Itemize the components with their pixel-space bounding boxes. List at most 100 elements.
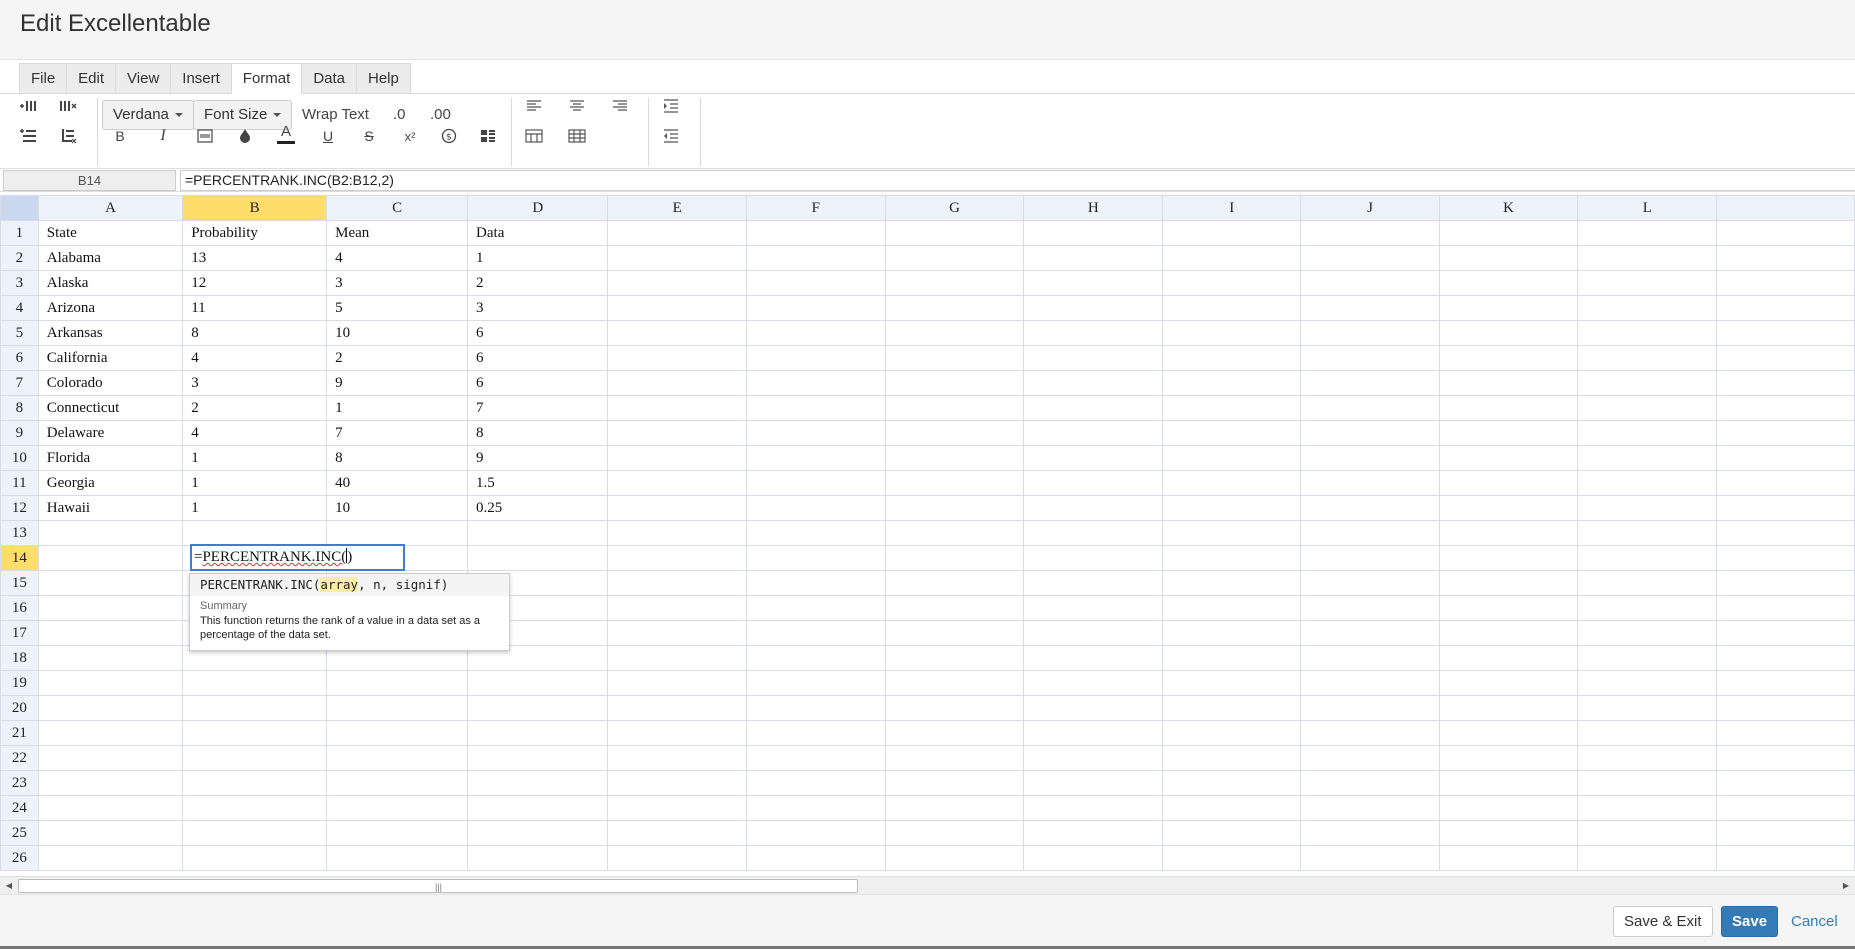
cell[interactable]: 4: [182, 420, 328, 446]
cell[interactable]: [1577, 645, 1718, 671]
cell[interactable]: [326, 520, 469, 546]
cell[interactable]: 1: [182, 470, 328, 496]
cell[interactable]: 2: [467, 270, 609, 296]
row-header[interactable]: 5: [0, 320, 39, 346]
cell[interactable]: [884, 645, 1025, 671]
cell[interactable]: [37, 845, 184, 871]
cell[interactable]: [326, 795, 469, 821]
cell[interactable]: [1023, 720, 1164, 746]
cell[interactable]: [1716, 720, 1855, 746]
cell[interactable]: Connecticut: [37, 395, 184, 421]
row-header[interactable]: 3: [0, 270, 39, 296]
cell[interactable]: [1716, 320, 1855, 346]
cell[interactable]: [1162, 695, 1302, 721]
cell[interactable]: [1023, 495, 1164, 521]
cell[interactable]: Probability: [182, 220, 328, 246]
cell[interactable]: [1716, 595, 1855, 621]
cell[interactable]: [1577, 345, 1718, 371]
cell[interactable]: [1023, 695, 1164, 721]
cell[interactable]: [1162, 720, 1302, 746]
cell[interactable]: [607, 270, 748, 296]
cell[interactable]: [884, 595, 1025, 621]
save-exit-button[interactable]: Save & Exit: [1613, 906, 1713, 937]
cell[interactable]: [1023, 795, 1164, 821]
cell[interactable]: [884, 670, 1025, 696]
cell[interactable]: [1300, 395, 1440, 421]
cell[interactable]: [884, 545, 1025, 571]
cell[interactable]: Delaware: [37, 420, 184, 446]
cell[interactable]: [607, 795, 748, 821]
cell[interactable]: [1577, 595, 1718, 621]
cell[interactable]: [1300, 345, 1440, 371]
cell[interactable]: 11: [182, 295, 328, 321]
row-header[interactable]: 26: [0, 845, 39, 871]
cell[interactable]: [607, 370, 748, 396]
row-header[interactable]: 11: [0, 470, 39, 496]
cell[interactable]: [1162, 545, 1302, 571]
cell[interactable]: [1577, 445, 1718, 471]
cell[interactable]: [1577, 745, 1718, 771]
cell[interactable]: [37, 695, 184, 721]
cell[interactable]: [1438, 720, 1579, 746]
cell[interactable]: [1300, 570, 1440, 596]
cell[interactable]: [746, 770, 886, 796]
row-header[interactable]: 16: [0, 595, 39, 621]
cell[interactable]: 9: [326, 370, 469, 396]
cell[interactable]: [1300, 645, 1440, 671]
cell[interactable]: [326, 720, 469, 746]
cell[interactable]: [1300, 720, 1440, 746]
cell[interactable]: [1438, 595, 1579, 621]
cell[interactable]: [746, 845, 886, 871]
cell[interactable]: [1438, 495, 1579, 521]
horizontal-scrollbar[interactable]: ◀ ||| ▶: [0, 876, 1855, 894]
row-header[interactable]: 15: [0, 570, 39, 596]
cell[interactable]: [1438, 820, 1579, 846]
cell[interactable]: [1577, 845, 1718, 871]
cell[interactable]: [1023, 395, 1164, 421]
cell[interactable]: [37, 645, 184, 671]
cell[interactable]: [1577, 270, 1718, 296]
column-header-i[interactable]: I: [1162, 195, 1302, 221]
cell[interactable]: [326, 820, 469, 846]
cell[interactable]: [1023, 670, 1164, 696]
cell[interactable]: [1023, 620, 1164, 646]
cell[interactable]: [746, 370, 886, 396]
cell[interactable]: [1577, 420, 1718, 446]
cell[interactable]: Florida: [37, 445, 184, 471]
cell[interactable]: [1716, 220, 1855, 246]
row-header[interactable]: 6: [0, 345, 39, 371]
cell[interactable]: [37, 595, 184, 621]
cell[interactable]: [37, 620, 184, 646]
cell[interactable]: [1162, 445, 1302, 471]
cell[interactable]: 4: [182, 345, 328, 371]
menu-tab-file[interactable]: File: [19, 63, 67, 94]
cell[interactable]: [1577, 320, 1718, 346]
menu-tab-format[interactable]: Format: [230, 63, 302, 94]
cell[interactable]: [746, 295, 886, 321]
cell[interactable]: [37, 745, 184, 771]
cell[interactable]: [1716, 620, 1855, 646]
cell[interactable]: [1300, 445, 1440, 471]
row-header[interactable]: 23: [0, 770, 39, 796]
cell[interactable]: [1162, 320, 1302, 346]
cell[interactable]: [326, 745, 469, 771]
cell[interactable]: [1023, 245, 1164, 271]
cell[interactable]: [1716, 770, 1855, 796]
cell[interactable]: [326, 845, 469, 871]
cell[interactable]: [1438, 520, 1579, 546]
cell[interactable]: [1438, 220, 1579, 246]
cell[interactable]: [1438, 320, 1579, 346]
cell[interactable]: [1162, 620, 1302, 646]
cell[interactable]: [1577, 495, 1718, 521]
cell[interactable]: [1162, 420, 1302, 446]
cell[interactable]: [37, 670, 184, 696]
cell[interactable]: [1023, 595, 1164, 621]
cell[interactable]: [326, 670, 469, 696]
cell[interactable]: [1438, 420, 1579, 446]
cell[interactable]: [1716, 695, 1855, 721]
cell[interactable]: State: [37, 220, 184, 246]
cell[interactable]: [607, 695, 748, 721]
cell[interactable]: 7: [467, 395, 609, 421]
cell[interactable]: [746, 595, 886, 621]
cell[interactable]: [607, 295, 748, 321]
